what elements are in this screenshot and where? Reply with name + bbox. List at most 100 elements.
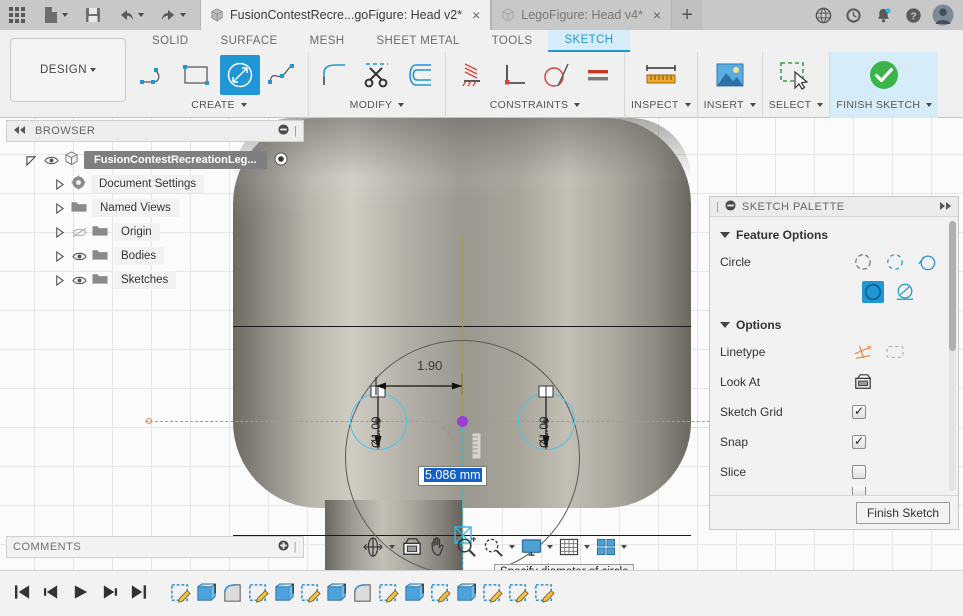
chevron-down-icon[interactable] — [684, 103, 691, 107]
pan-icon[interactable] — [427, 535, 452, 559]
avatar-icon[interactable] — [929, 0, 957, 30]
sketch-grid-checkbox[interactable]: ✓ — [852, 405, 866, 419]
three-point-circle-icon[interactable] — [916, 251, 938, 273]
tree-item-named-views[interactable]: Named Views — [24, 196, 300, 220]
chevron-down-icon[interactable] — [720, 232, 730, 238]
timeline-feature-extrude[interactable] — [403, 582, 426, 605]
chevron-down-icon[interactable] — [584, 545, 590, 549]
collapse-arrow-icon[interactable] — [52, 202, 66, 214]
redo-icon[interactable] — [152, 0, 194, 30]
timeline-feature-extrude[interactable] — [325, 582, 348, 605]
collapse-arrow-icon[interactable] — [52, 226, 66, 238]
collapse-arrow-icon[interactable] — [52, 178, 66, 190]
display-settings-icon[interactable] — [519, 535, 555, 559]
insert-image-icon[interactable] — [710, 55, 750, 95]
viewports-icon[interactable] — [594, 535, 629, 559]
section-feature-options[interactable]: Feature Options — [710, 223, 958, 247]
tree-item-root[interactable]: FusionContestRecreationLeɡ... — [24, 148, 300, 172]
document-tab-0[interactable]: FusionContestRecre...goFigure: Head v2* … — [200, 0, 492, 30]
timeline-feature-extrude[interactable] — [195, 582, 218, 605]
rectangle-icon[interactable] — [178, 55, 218, 95]
component-activate-radio[interactable] — [274, 152, 288, 169]
three-tangent-circle-icon[interactable] — [894, 281, 916, 303]
look-at-icon[interactable] — [399, 535, 425, 559]
normal-linetype-icon[interactable] — [852, 341, 874, 363]
slice-checkbox[interactable] — [852, 465, 866, 479]
clock-icon[interactable] — [839, 0, 867, 30]
app-grid-icon[interactable] — [0, 0, 34, 30]
tree-item-document-settings[interactable]: Document Settings — [24, 172, 300, 196]
undo-icon[interactable] — [110, 0, 152, 30]
orbit-icon[interactable] — [360, 535, 397, 559]
snap-checkbox[interactable]: ✓ — [852, 435, 866, 449]
timeline-feature-fillet[interactable] — [221, 582, 244, 605]
chevron-down-icon[interactable] — [817, 103, 824, 107]
panel-resize-handle[interactable]: | — [294, 125, 297, 137]
ribbon-tab-mesh[interactable]: MESH — [294, 30, 361, 52]
chevron-down-icon[interactable] — [926, 103, 933, 107]
fix-constraint-icon[interactable] — [452, 55, 492, 95]
tree-item-bodies[interactable]: Bodies — [24, 244, 300, 268]
timeline-feature-sketch[interactable] — [507, 582, 530, 605]
dimension-label-right-circle[interactable]: Ø1.00 — [539, 417, 551, 448]
ribbon-tab-solid[interactable]: SOLID — [136, 30, 205, 52]
palette-scrollbar-thumb[interactable] — [949, 221, 956, 351]
minus-circle-icon[interactable] — [725, 199, 736, 214]
next-option-checkbox[interactable] — [852, 487, 866, 495]
timeline-feature-sketch[interactable] — [533, 582, 556, 605]
dimension-label-left-circle[interactable]: Ø1.00 — [371, 417, 383, 448]
construction-linetype-icon[interactable] — [884, 341, 906, 363]
tree-item-sketches[interactable]: Sketches — [24, 268, 300, 292]
document-tab-1[interactable]: LegoFigure: Head v4* × — [491, 0, 673, 30]
section-options[interactable]: Options — [710, 313, 958, 337]
ribbon-tab-tools[interactable]: TOOLS — [476, 30, 549, 52]
chevron-down-icon[interactable] — [621, 545, 627, 549]
help-icon[interactable]: ? — [899, 0, 927, 30]
look-at-icon[interactable] — [852, 371, 874, 393]
chevron-down-icon[interactable] — [547, 545, 553, 549]
finish-check-icon[interactable] — [864, 55, 904, 95]
finish-sketch-button[interactable]: Finish Sketch — [855, 501, 950, 524]
plus-circle-icon[interactable] — [278, 540, 289, 554]
chevron-down-icon[interactable] — [509, 545, 515, 549]
ribbon-tab-sheet-metal[interactable]: SHEET METAL — [360, 30, 475, 52]
ribbon-tab-sketch[interactable]: SKETCH — [548, 30, 630, 52]
two-tangent-circle-icon[interactable] — [862, 281, 884, 303]
chevron-down-icon[interactable] — [720, 322, 730, 328]
minus-circle-icon[interactable] — [278, 124, 289, 138]
trim-icon[interactable] — [357, 55, 397, 95]
two-point-circle-icon[interactable] — [884, 251, 906, 273]
visibility-eye-hidden-icon[interactable] — [71, 227, 87, 238]
design-workspace-dropdown[interactable]: DESIGN — [10, 38, 126, 102]
timeline-feature-sketch[interactable] — [247, 582, 270, 605]
visibility-eye-icon[interactable] — [71, 251, 87, 262]
step-forward-icon[interactable] — [101, 584, 118, 603]
parallel-icon[interactable] — [578, 55, 618, 95]
panel-resize-handle[interactable]: | — [716, 201, 719, 213]
go-to-end-icon[interactable] — [130, 584, 147, 603]
zoom-icon[interactable] — [454, 535, 479, 559]
perpendicular-icon[interactable] — [494, 55, 534, 95]
line-icon[interactable] — [136, 55, 176, 95]
expand-right-icon[interactable] — [938, 200, 952, 214]
circle-icon[interactable] — [220, 55, 260, 95]
timeline-feature-sketch[interactable] — [169, 582, 192, 605]
zoom-window-icon[interactable] — [481, 535, 517, 559]
comments-panel[interactable]: COMMENTS | — [6, 536, 304, 558]
timeline-feature-fillet[interactable] — [351, 582, 374, 605]
tree-item-origin[interactable]: Origin — [24, 220, 300, 244]
new-document-icon[interactable] — [34, 0, 76, 30]
visibility-eye-icon[interactable] — [71, 275, 87, 286]
center-diameter-circle-icon[interactable] — [852, 251, 874, 273]
close-icon[interactable]: × — [653, 8, 661, 22]
expand-arrow-icon[interactable] — [24, 155, 38, 166]
collapse-left-icon[interactable] — [13, 124, 27, 138]
timeline-feature-sketch[interactable] — [481, 582, 504, 605]
bell-icon[interactable] — [869, 0, 897, 30]
chevron-down-icon[interactable] — [389, 545, 395, 549]
timeline-feature-sketch[interactable] — [429, 582, 452, 605]
dimension-value-input[interactable]: 5.086 mm — [418, 466, 487, 486]
select-window-icon[interactable] — [776, 55, 816, 95]
visibility-eye-icon[interactable] — [43, 155, 59, 166]
offset-icon[interactable] — [399, 55, 439, 95]
